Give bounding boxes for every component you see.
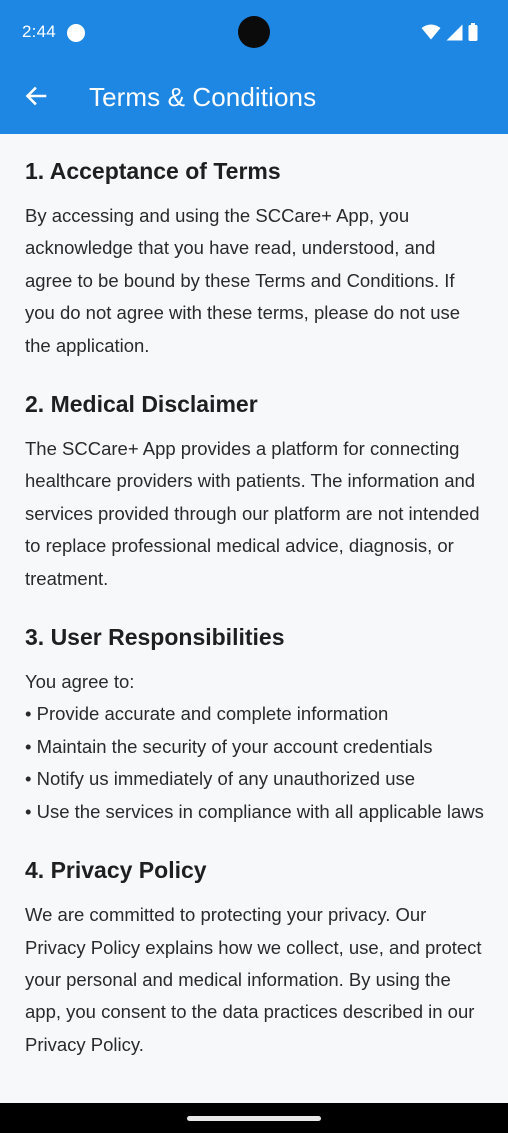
status-bar: 2:44	[0, 0, 508, 66]
phone-screen: 2:44 Terms & Conditions 1. Acceptance of…	[0, 0, 508, 1133]
section-heading: 2. Medical Disclaimer	[25, 391, 258, 418]
section-user-responsibilities: 3. User Responsibilities You agree to: •…	[25, 622, 486, 828]
notification-dot-icon	[67, 24, 85, 42]
section-body: The SCCare+ App provides a platform for …	[25, 438, 480, 589]
list-item: • Use the services in compliance with al…	[25, 800, 484, 822]
camera-cutout	[238, 16, 270, 48]
status-time: 2:44	[22, 22, 56, 41]
section-heading: 3. User Responsibilities	[25, 624, 285, 651]
list-item: • Notify us immediately of any unauthori…	[25, 768, 416, 790]
page-title: Terms & Conditions	[89, 82, 317, 112]
signal-icon	[446, 24, 463, 41]
section-privacy-policy: 4. Privacy Policy We are committed to pr…	[25, 855, 486, 1061]
status-icons	[421, 23, 478, 41]
terms-content[interactable]: 1. Acceptance of Terms By accessing and …	[0, 134, 508, 1103]
battery-icon	[468, 23, 478, 41]
section-intro: You agree to:	[25, 671, 135, 693]
back-button[interactable]	[14, 76, 58, 120]
navigation-bar	[0, 1103, 508, 1133]
home-indicator[interactable]	[187, 1116, 321, 1121]
list-item: • Maintain the security of your account …	[25, 735, 433, 757]
section-body: You agree to: • Provide accurate and com…	[25, 666, 486, 828]
section-acceptance: 1. Acceptance of Terms By accessing and …	[25, 156, 486, 362]
section-body: By accessing and using the SCCare+ App, …	[25, 205, 461, 356]
section-body: We are committed to protecting your priv…	[25, 904, 482, 1055]
section-heading: 4. Privacy Policy	[25, 857, 207, 884]
wifi-icon	[421, 24, 441, 40]
section-heading: 1. Acceptance of Terms	[25, 158, 281, 184]
list-item: • Provide accurate and complete informat…	[25, 703, 389, 725]
app-bar: Terms & Conditions	[0, 66, 508, 134]
section-medical-disclaimer: 2. Medical Disclaimer The SCCare+ App pr…	[25, 389, 486, 595]
arrow-left-icon	[24, 84, 48, 113]
